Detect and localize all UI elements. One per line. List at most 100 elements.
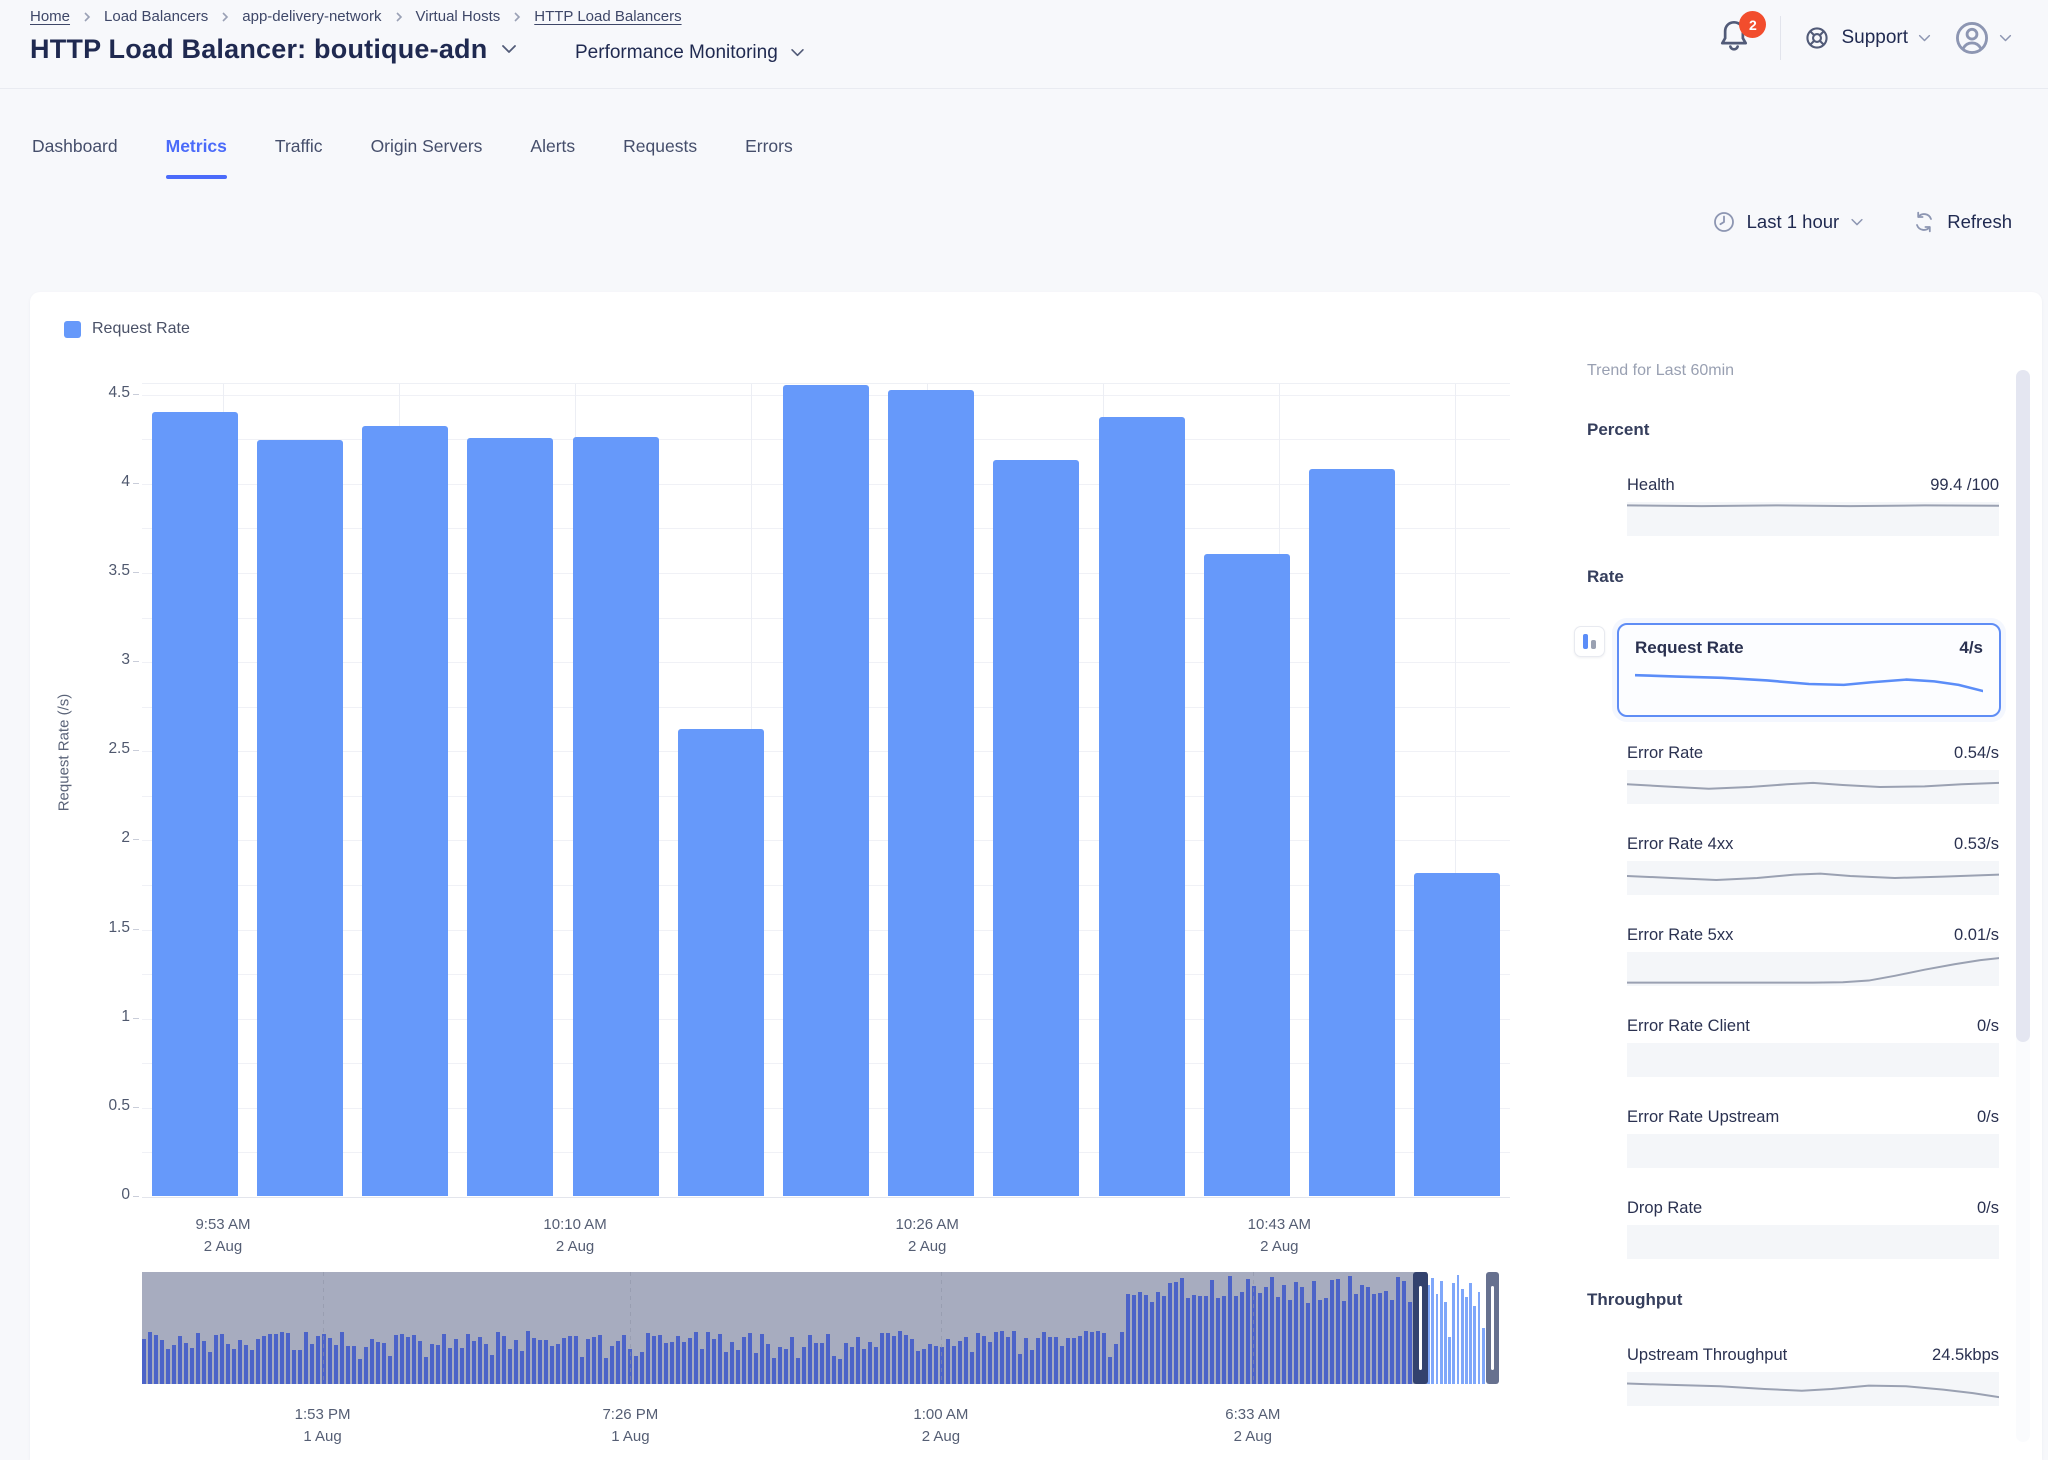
metric-label: Drop Rate: [1627, 1199, 1702, 1218]
overview-bar: [220, 1334, 224, 1384]
breadcrumb-app-delivery-network[interactable]: app-delivery-network: [242, 8, 381, 25]
tab-errors[interactable]: Errors: [721, 118, 817, 193]
view-selector[interactable]: Performance Monitoring: [575, 42, 805, 64]
metric-row-drop-rate[interactable]: Drop Rate0/s: [1627, 1199, 1999, 1259]
overview-bar: [286, 1333, 290, 1384]
overview-bar: [1102, 1333, 1106, 1384]
overview-bar: [982, 1336, 986, 1384]
overview-bar: [1270, 1277, 1274, 1384]
request-rate-chart[interactable]: [142, 383, 1510, 1196]
overview-bar: [1240, 1292, 1244, 1384]
support-menu[interactable]: Support: [1803, 24, 1931, 52]
metric-header: Error Rate0.54/s: [1627, 744, 1999, 763]
request-rate-bar[interactable]: [467, 438, 553, 1196]
tab-alerts[interactable]: Alerts: [506, 118, 599, 193]
overview-bar: [1312, 1281, 1316, 1384]
overview-bar: [778, 1347, 782, 1384]
overview-bar: [616, 1341, 620, 1384]
overview-bar: [904, 1335, 908, 1384]
overview-bar: [1204, 1296, 1208, 1384]
overview-bar: [826, 1334, 830, 1384]
overview-bar: [238, 1340, 242, 1384]
metrics-card: Request Rate Request Rate (/s) 00.511.52…: [30, 292, 2042, 1460]
overview-selected-bar: [1444, 1302, 1447, 1384]
sidebar-section: RateRequest Rate4/sError Rate0.54/sError…: [1587, 567, 2009, 1259]
overview-bar: [1138, 1292, 1142, 1384]
page-title-row[interactable]: HTTP Load Balancer: boutique-adn: [30, 34, 517, 65]
tab-metrics[interactable]: Metrics: [142, 118, 251, 193]
overview-bar: [388, 1356, 392, 1384]
request-rate-bar[interactable]: [1309, 469, 1395, 1196]
metric-row-error-rate-upstream[interactable]: Error Rate Upstream0/s: [1627, 1108, 1999, 1168]
overview-bar: [874, 1347, 878, 1384]
overview-bar: [1144, 1295, 1148, 1384]
tab-dashboard[interactable]: Dashboard: [8, 118, 142, 193]
chart-toolbar: Last 1 hour Refresh: [1712, 210, 2012, 234]
metric-row-error-rate-5xx[interactable]: Error Rate 5xx0.01/s: [1627, 926, 1999, 986]
scrollbar-thumb[interactable]: [2016, 370, 2030, 1042]
overview-bar: [1084, 1331, 1088, 1384]
overview-bar: [1276, 1297, 1280, 1384]
request-rate-bar[interactable]: [993, 460, 1079, 1196]
request-rate-bar[interactable]: [678, 729, 764, 1196]
metric-row-error-rate-4xx[interactable]: Error Rate 4xx0.53/s: [1627, 835, 1999, 895]
request-rate-bar[interactable]: [362, 426, 448, 1196]
overview-bar: [1048, 1337, 1052, 1384]
overview-bar: [604, 1358, 608, 1384]
overview-bar: [190, 1348, 194, 1384]
overview-gridline: [323, 1272, 324, 1384]
metric-row-upstream-throughput[interactable]: Upstream Throughput24.5kbps: [1627, 1346, 1999, 1406]
legend-request-rate[interactable]: Request Rate: [64, 320, 190, 338]
overview-bar: [532, 1338, 536, 1384]
metric-row-request-rate[interactable]: Request Rate4/s: [1617, 623, 2001, 717]
overview-bar: [1228, 1276, 1232, 1384]
breadcrumb-virtual-hosts[interactable]: Virtual Hosts: [416, 8, 501, 25]
request-rate-bar[interactable]: [783, 385, 869, 1196]
request-rate-bar[interactable]: [573, 437, 659, 1197]
metric-row-error-rate-client[interactable]: Error Rate Client0/s: [1627, 1017, 1999, 1077]
tab-traffic[interactable]: Traffic: [251, 118, 347, 193]
metric-value: 4/s: [1959, 638, 1983, 658]
y-tick-label: 4.5: [80, 384, 130, 402]
sparkline-box: [1635, 662, 1983, 706]
time-range-selector[interactable]: Last 1 hour: [1712, 210, 1865, 234]
overview-bar: [838, 1359, 842, 1384]
y-tick-mark: [133, 1107, 139, 1108]
request-rate-bar[interactable]: [1414, 873, 1500, 1196]
overview-bar: [184, 1343, 188, 1384]
overview-bar: [1198, 1296, 1202, 1384]
breadcrumb-http-load-balancers[interactable]: HTTP Load Balancers: [534, 8, 681, 25]
account-menu[interactable]: [1953, 19, 2012, 57]
overview-brush-chart[interactable]: [142, 1272, 1510, 1384]
bar-chart-icon-button[interactable]: [1574, 626, 1605, 657]
brush-handle-right[interactable]: [1486, 1272, 1499, 1384]
overview-bar: [244, 1345, 248, 1384]
metric-label: Upstream Throughput: [1627, 1346, 1787, 1365]
request-rate-bar[interactable]: [152, 412, 238, 1196]
metric-row-health[interactable]: Health99.4 /100: [1627, 476, 1999, 536]
breadcrumb-home[interactable]: Home: [30, 8, 70, 25]
overview-bar: [832, 1356, 836, 1384]
overview-bar: [418, 1341, 422, 1384]
overview-bar: [922, 1349, 926, 1384]
refresh-button[interactable]: Refresh: [1912, 210, 2012, 234]
overview-bar: [622, 1335, 626, 1384]
overview-bar: [718, 1334, 722, 1384]
breadcrumb-load-balancers[interactable]: Load Balancers: [104, 8, 208, 25]
request-rate-bar[interactable]: [1099, 417, 1185, 1196]
overview-bar: [610, 1346, 614, 1385]
overview-bar: [508, 1349, 512, 1384]
brush-handle-left[interactable]: [1413, 1272, 1428, 1384]
request-rate-bar[interactable]: [257, 440, 343, 1196]
metric-label: Error Rate 5xx: [1627, 926, 1733, 945]
tab-origin-servers[interactable]: Origin Servers: [347, 118, 507, 193]
tab-requests[interactable]: Requests: [599, 118, 721, 193]
overview-bar: [1246, 1279, 1250, 1384]
sparkline-box: [1627, 1225, 1999, 1259]
notifications-button[interactable]: 2: [1716, 17, 1758, 59]
request-rate-bar[interactable]: [888, 390, 974, 1196]
metric-row-error-rate[interactable]: Error Rate0.54/s: [1627, 744, 1999, 804]
trend-title: Trend for Last 60min: [1587, 362, 2009, 380]
overview-bar: [208, 1352, 212, 1384]
request-rate-bar[interactable]: [1204, 554, 1290, 1196]
